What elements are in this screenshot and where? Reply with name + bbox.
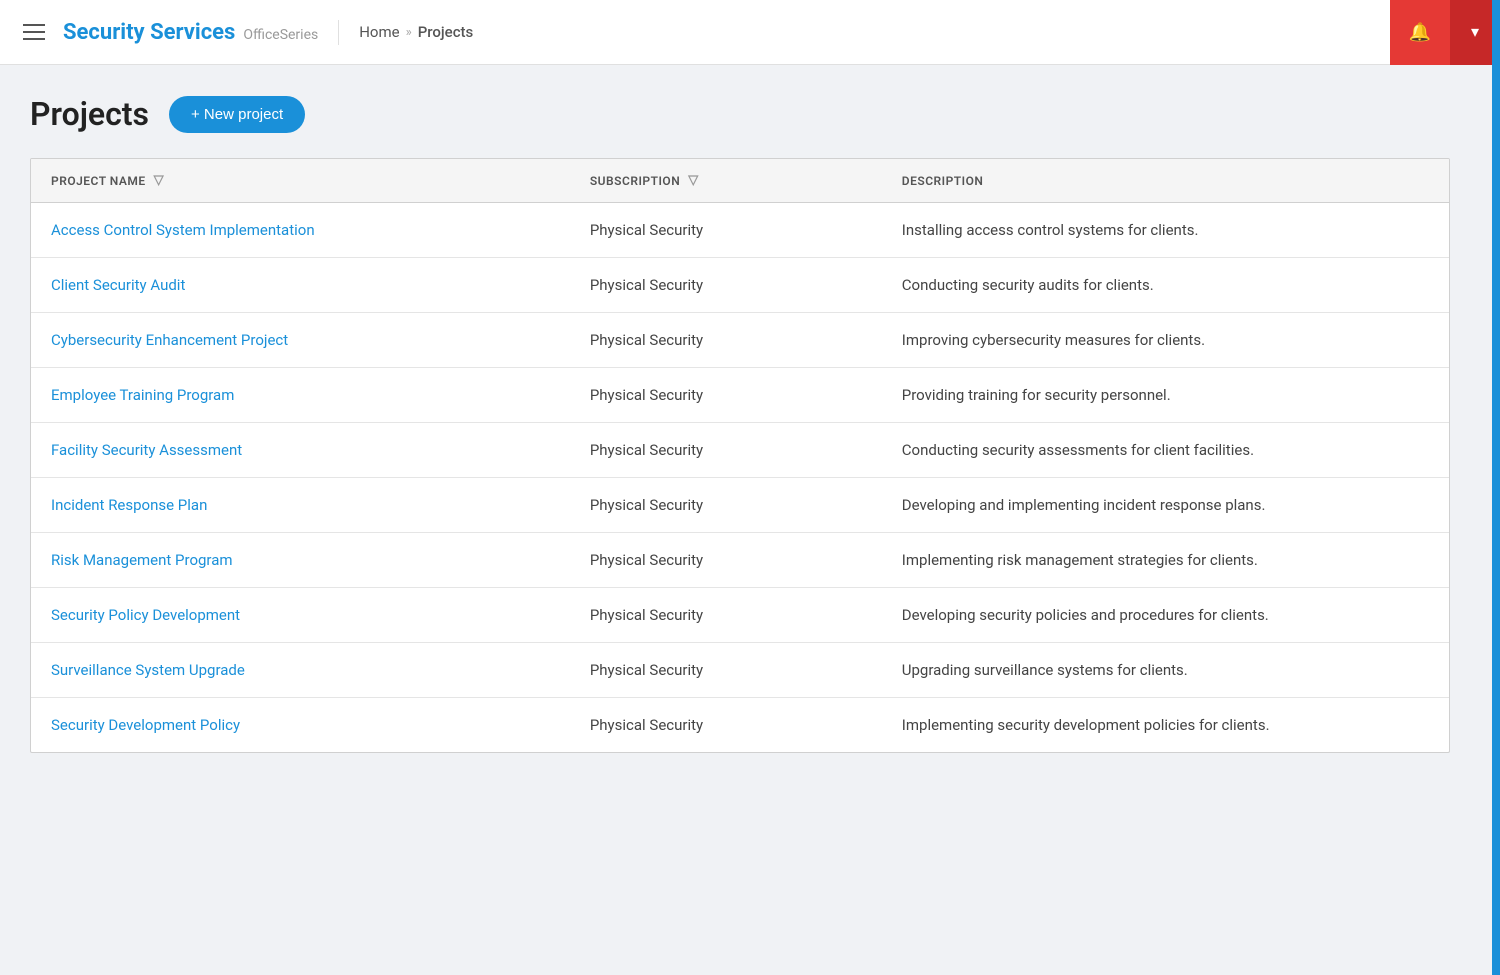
header: Security Services OfficeSeries Home » Pr… bbox=[0, 0, 1500, 65]
project-filter-icon[interactable]: ▽ bbox=[154, 173, 165, 188]
project-name-link[interactable]: Client Security Audit bbox=[51, 276, 185, 294]
bell-icon: 🔔 bbox=[1409, 22, 1431, 43]
menu-icon[interactable] bbox=[15, 16, 53, 48]
description-cell: Conducting security audits for clients. bbox=[882, 258, 1449, 313]
main-content: Projects + New project PROJECT NAME ▽ SU… bbox=[0, 65, 1500, 783]
notifications-button[interactable]: 🔔 bbox=[1390, 0, 1450, 65]
project-name-link[interactable]: Surveillance System Upgrade bbox=[51, 661, 245, 679]
table-row: Incident Response Plan Physical SecurityD… bbox=[31, 478, 1449, 533]
subscription-cell: Physical Security bbox=[570, 643, 882, 698]
table-row: Client Security Audit Physical SecurityCo… bbox=[31, 258, 1449, 313]
description-cell: Improving cybersecurity measures for cli… bbox=[882, 313, 1449, 368]
project-name-link[interactable]: Access Control System Implementation bbox=[51, 221, 315, 239]
description-cell: Conducting security assessments for clie… bbox=[882, 423, 1449, 478]
nav-current-page: Projects bbox=[418, 23, 474, 41]
page-header: Projects + New project bbox=[30, 95, 1470, 133]
nav-home-link[interactable]: Home bbox=[359, 23, 399, 41]
nav-separator: » bbox=[406, 25, 412, 40]
header-actions: 🔔 ▾ bbox=[1390, 0, 1500, 65]
subscription-cell: Physical Security bbox=[570, 698, 882, 753]
table-row: Security Policy Development Physical Secu… bbox=[31, 588, 1449, 643]
project-name-link[interactable]: Facility Security Assessment bbox=[51, 441, 242, 459]
table-row: Access Control System Implementation Phys… bbox=[31, 203, 1449, 258]
table-row: Surveillance System Upgrade Physical Secu… bbox=[31, 643, 1449, 698]
col-header-description: DESCRIPTION bbox=[882, 159, 1449, 203]
description-cell: Developing and implementing incident res… bbox=[882, 478, 1449, 533]
dropdown-arrow-icon: ▾ bbox=[1471, 22, 1479, 42]
table-row: Facility Security Assessment Physical Sec… bbox=[31, 423, 1449, 478]
subscription-cell: Physical Security bbox=[570, 203, 882, 258]
brand-subtitle: OfficeSeries bbox=[243, 27, 318, 43]
scrollbar-accent bbox=[1492, 0, 1500, 975]
breadcrumb: Home » Projects bbox=[359, 23, 473, 41]
project-name-link[interactable]: Incident Response Plan bbox=[51, 496, 207, 514]
table-row: Cybersecurity Enhancement Project Physica… bbox=[31, 313, 1449, 368]
header-brand: Security Services OfficeSeries bbox=[63, 20, 339, 45]
projects-table-container: PROJECT NAME ▽ SUBSCRIPTION ▽ DESCRIPTIO… bbox=[30, 158, 1450, 753]
table-row: Risk Management Program Physical Security… bbox=[31, 533, 1449, 588]
description-cell: Upgrading surveillance systems for clien… bbox=[882, 643, 1449, 698]
project-name-link[interactable]: Risk Management Program bbox=[51, 551, 233, 569]
project-name-link[interactable]: Security Development Policy bbox=[51, 716, 240, 734]
brand-title: Security Services bbox=[63, 20, 235, 45]
project-name-link[interactable]: Employee Training Program bbox=[51, 386, 234, 404]
project-name-link[interactable]: Security Policy Development bbox=[51, 606, 240, 624]
table-row: Security Development Policy Physical Secu… bbox=[31, 698, 1449, 753]
new-project-button[interactable]: + New project bbox=[169, 96, 305, 133]
table-body: Access Control System Implementation Phys… bbox=[31, 203, 1449, 753]
table-row: Employee Training Program Physical Securi… bbox=[31, 368, 1449, 423]
page-title: Projects bbox=[30, 95, 149, 133]
col-header-subscription: SUBSCRIPTION ▽ bbox=[570, 159, 882, 203]
subscription-cell: Physical Security bbox=[570, 368, 882, 423]
table-header: PROJECT NAME ▽ SUBSCRIPTION ▽ DESCRIPTIO… bbox=[31, 159, 1449, 203]
subscription-cell: Physical Security bbox=[570, 478, 882, 533]
subscription-cell: Physical Security bbox=[570, 423, 882, 478]
project-name-link[interactable]: Cybersecurity Enhancement Project bbox=[51, 331, 288, 349]
projects-table: PROJECT NAME ▽ SUBSCRIPTION ▽ DESCRIPTIO… bbox=[31, 159, 1449, 752]
col-header-project: PROJECT NAME ▽ bbox=[31, 159, 570, 203]
subscription-cell: Physical Security bbox=[570, 588, 882, 643]
subscription-cell: Physical Security bbox=[570, 313, 882, 368]
description-cell: Providing training for security personne… bbox=[882, 368, 1449, 423]
description-cell: Implementing security development polici… bbox=[882, 698, 1449, 753]
subscription-cell: Physical Security bbox=[570, 258, 882, 313]
description-cell: Installing access control systems for cl… bbox=[882, 203, 1449, 258]
description-cell: Developing security policies and procedu… bbox=[882, 588, 1449, 643]
subscription-filter-icon[interactable]: ▽ bbox=[688, 173, 699, 188]
description-cell: Implementing risk management strategies … bbox=[882, 533, 1449, 588]
subscription-cell: Physical Security bbox=[570, 533, 882, 588]
